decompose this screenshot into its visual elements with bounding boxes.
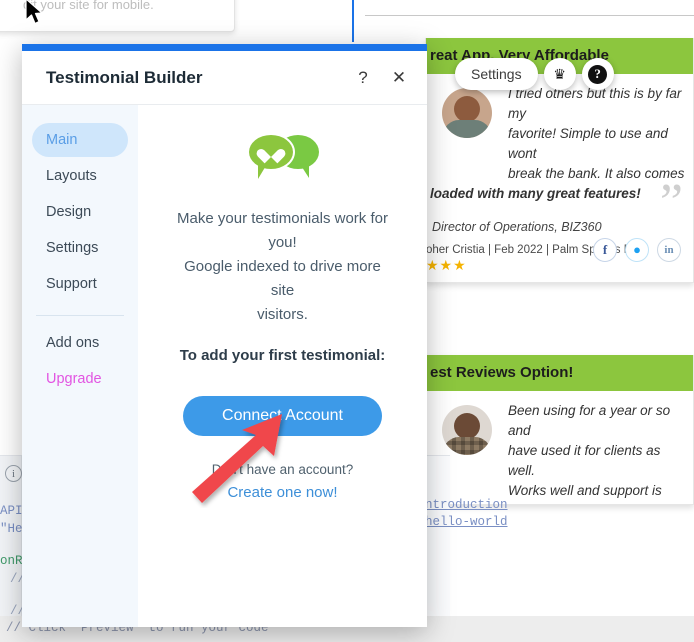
- sidebar-item-label: Design: [46, 204, 92, 220]
- sidebar-divider: [36, 315, 124, 316]
- red-pointer-arrow: [192, 414, 282, 503]
- review-author-role: Director of Operations, BIZ360: [432, 220, 602, 234]
- horizontal-rule: [365, 15, 694, 16]
- help-icon[interactable]: ?: [351, 66, 375, 90]
- help-icon[interactable]: ?: [581, 58, 614, 90]
- doc-link-introduction[interactable]: ntroduction: [425, 498, 508, 512]
- sidebar-item-label: Settings: [46, 240, 99, 256]
- review-card-body: I tried others but this is by far my fav…: [426, 74, 693, 240]
- facebook-share-icon[interactable]: f: [593, 238, 617, 262]
- speech-bubbles-heart-logo-icon: [246, 133, 319, 185]
- sidebar-item-label: Layouts: [46, 168, 97, 184]
- mouse-cursor: [25, 0, 43, 25]
- sidebar-item-label: Upgrade: [46, 371, 102, 387]
- twitter-share-icon[interactable]: ●: [625, 238, 649, 262]
- sidebar-item-add-ons[interactable]: Add ons: [22, 326, 128, 360]
- review-card: est Reviews Option! Been using for a yea…: [425, 355, 694, 505]
- sidebar-item-settings[interactable]: Settings: [22, 231, 128, 265]
- screenshot-stage: dit your site for mobile. reat App. Very…: [0, 0, 694, 642]
- sidebar-item-label: Main: [46, 132, 78, 148]
- settings-button[interactable]: Settings: [455, 58, 538, 90]
- intro-text: Make your testimonials work for you! Goo…: [172, 207, 393, 327]
- widget-toolbar: Settings ♛ ?: [455, 58, 614, 90]
- sidebar-item-support[interactable]: Support: [22, 267, 128, 301]
- intro-line-1: Make your testimonials work for you!: [177, 210, 388, 251]
- review-quote-line: Been using for a year or so and: [508, 403, 671, 438]
- review-card-heading: est Reviews Option!: [426, 355, 693, 391]
- sidebar-item-label: Add ons: [46, 335, 100, 351]
- sidebar-item-label: Support: [46, 276, 97, 292]
- review-quote-line: I tried others but this is by far my: [508, 86, 682, 121]
- close-icon[interactable]: ✕: [387, 66, 411, 90]
- sidebar-item-upgrade[interactable]: Upgrade: [22, 362, 128, 396]
- quote-mark-icon: ”: [659, 174, 683, 231]
- subheading: To add your first testimonial:: [179, 347, 386, 364]
- star-rating: ★★★: [426, 257, 467, 273]
- review-quote-line: favorite! Simple to use and wont: [508, 126, 668, 161]
- dialog-main-pane: Make your testimonials work for you! Goo…: [138, 105, 427, 627]
- sidebar-item-layouts[interactable]: Layouts: [22, 159, 128, 193]
- info-icon[interactable]: i: [5, 465, 22, 482]
- code-line: API: [0, 504, 23, 518]
- dialog-sidebar: Main Layouts Design Settings Support Add…: [22, 105, 138, 627]
- review-card-body: Been using for a year or so and have use…: [426, 391, 693, 504]
- doc-link-hello-world[interactable]: hello-world: [425, 515, 508, 529]
- testimonial-widget-column: reat App. Very Affordable I tried others…: [425, 20, 694, 520]
- intro-line-2: Google indexed to drive more site: [184, 258, 381, 299]
- review-quote-bold-tail: loaded with many great features!: [430, 186, 641, 201]
- review-quote-line: break the bank. It also comes: [508, 166, 685, 181]
- intro-line-3: visitors.: [257, 306, 308, 323]
- dialog-body: Main Layouts Design Settings Support Add…: [22, 105, 427, 627]
- testimonial-builder-dialog: Testimonial Builder ? ✕ Main Layouts Des…: [22, 44, 427, 627]
- review-quote-line: have used it for clients as well.: [508, 443, 661, 478]
- review-quote-line: Works well and support is great. Def: [508, 483, 662, 504]
- dialog-header: Testimonial Builder ? ✕: [22, 51, 427, 105]
- avatar: [442, 405, 492, 455]
- linkedin-share-icon[interactable]: in: [657, 238, 681, 262]
- dialog-title: Testimonial Builder: [46, 67, 203, 87]
- crown-icon[interactable]: ♛: [543, 58, 576, 90]
- sidebar-item-main[interactable]: Main: [32, 123, 128, 157]
- avatar: [442, 88, 492, 138]
- blue-divider-line: [352, 0, 354, 42]
- dialog-accent-bar: [22, 44, 427, 51]
- sidebar-item-design[interactable]: Design: [22, 195, 128, 229]
